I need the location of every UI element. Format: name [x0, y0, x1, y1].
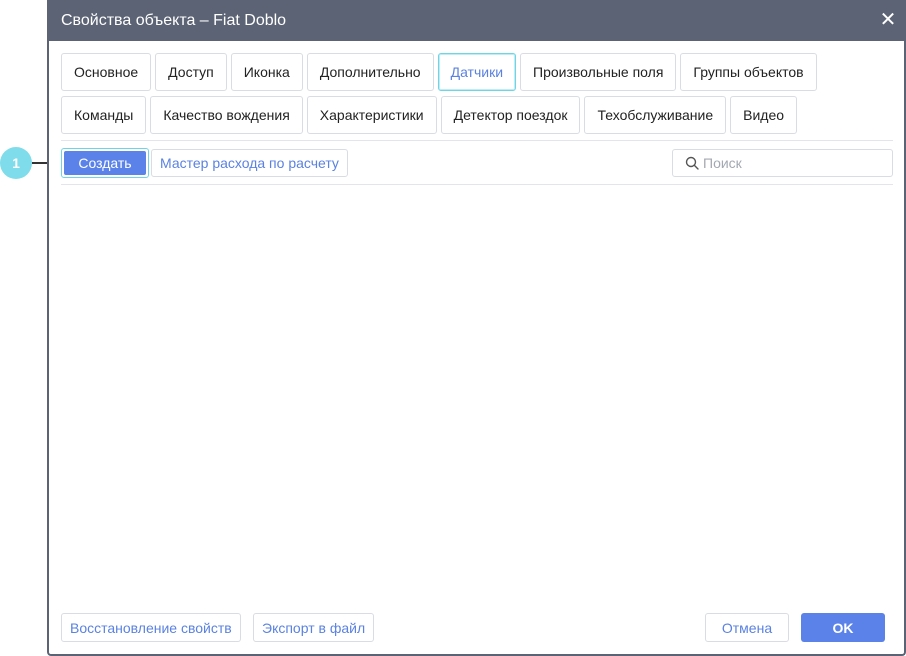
object-properties-dialog: Свойства объекта – Fiat Doblo ✕ Основное… — [47, 0, 906, 656]
search-icon — [685, 156, 699, 170]
sensors-list-area — [61, 186, 893, 606]
tab-access[interactable]: Доступ — [155, 53, 227, 91]
ok-button[interactable]: OK — [801, 613, 885, 642]
cancel-button[interactable]: Отмена — [705, 613, 789, 642]
create-button-highlight: Создать — [61, 148, 149, 178]
restore-properties-button[interactable]: Восстановление свойств — [61, 613, 241, 642]
tab-icon[interactable]: Иконка — [230, 53, 303, 91]
tabs-divider — [61, 140, 893, 141]
sensors-toolbar: Создать Мастер расхода по расчету — [61, 148, 893, 178]
tab-bar: Основное Доступ Иконка Дополнительно Дат… — [61, 53, 896, 139]
consumption-wizard-button[interactable]: Мастер расхода по расчету — [151, 149, 348, 177]
dialog-titlebar: Свойства объекта – Fiat Doblo ✕ — [47, 0, 906, 41]
create-button[interactable]: Создать — [64, 151, 146, 175]
dialog-title: Свойства объекта – Fiat Doblo — [61, 12, 287, 29]
tab-general[interactable]: Основное — [61, 53, 152, 91]
tab-driving-quality[interactable]: Качество вождения — [150, 96, 303, 134]
tab-row-1: Основное Доступ Иконка Дополнительно Дат… — [61, 53, 896, 91]
tab-custom-fields[interactable]: Произвольные поля — [520, 53, 677, 91]
tab-object-groups[interactable]: Группы объектов — [680, 53, 817, 91]
tab-additional[interactable]: Дополнительно — [306, 53, 434, 91]
close-icon[interactable]: ✕ — [878, 10, 898, 30]
search-input[interactable] — [703, 152, 883, 174]
tab-maintenance[interactable]: Техобслуживание — [584, 96, 727, 134]
search-box — [672, 149, 893, 177]
tab-trip-detector[interactable]: Детектор поездок — [440, 96, 581, 134]
callout-badge: 1 — [0, 147, 32, 179]
tab-video[interactable]: Видео — [730, 96, 798, 134]
tab-commands[interactable]: Команды — [61, 96, 147, 134]
tab-row-2: Команды Качество вождения Характеристики… — [61, 96, 896, 134]
tab-characteristics[interactable]: Характеристики — [306, 96, 437, 134]
export-to-file-button[interactable]: Экспорт в файл — [253, 613, 375, 642]
toolbar-divider — [61, 184, 893, 185]
callout-number: 1 — [12, 155, 20, 171]
tab-sensors[interactable]: Датчики — [437, 53, 517, 91]
